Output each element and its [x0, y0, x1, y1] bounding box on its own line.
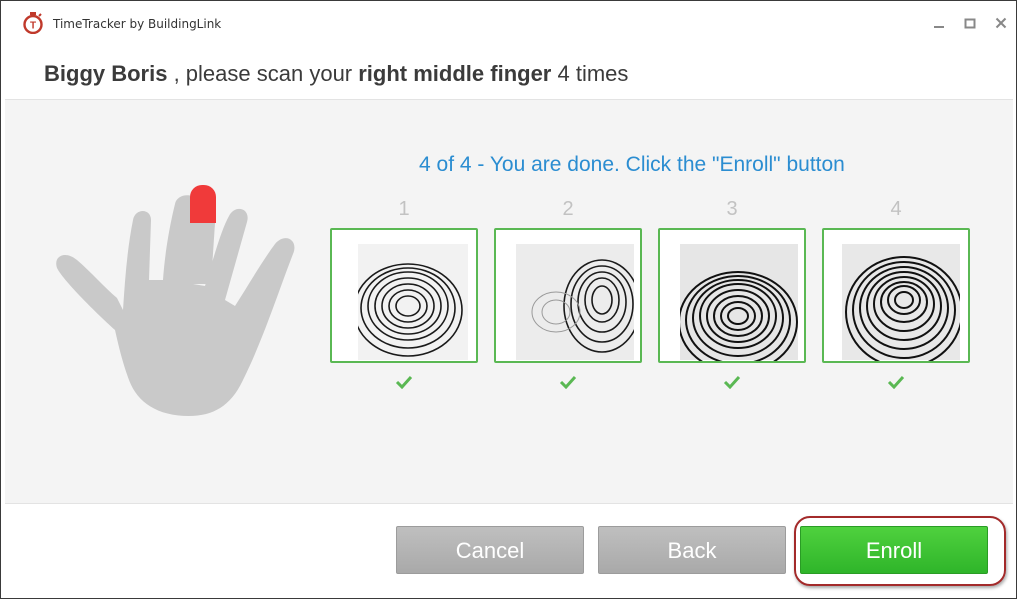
action-footer: Cancel Back Enroll [5, 503, 1013, 597]
checkmark-icon [723, 375, 741, 390]
enroll-button[interactable]: Enroll [800, 526, 988, 574]
fingerprint-scan-3 [658, 228, 806, 363]
fingerprint-icon [496, 230, 640, 361]
scan-number: 3 [726, 198, 738, 220]
fingerprint-icon [332, 230, 476, 361]
scan-accepted-check [657, 375, 807, 394]
window-title: TimeTracker by BuildingLink [53, 17, 222, 31]
scan-number: 4 [890, 198, 902, 220]
checkmark-icon [395, 375, 413, 390]
close-icon [995, 17, 1007, 29]
fingerprint-scan-2 [494, 228, 642, 363]
maximize-button[interactable] [955, 10, 985, 36]
back-button[interactable]: Back [598, 526, 786, 574]
minimize-button[interactable] [924, 10, 954, 36]
cancel-button[interactable]: Cancel [396, 526, 584, 574]
instruction-header: Biggy Boris , please scan your right mid… [5, 45, 1013, 100]
checkmark-icon [887, 375, 905, 390]
svg-text:T: T [30, 21, 36, 32]
status-message: 4 of 4 - You are done. Click the "Enroll… [419, 153, 845, 176]
fingerprint-icon [660, 230, 804, 361]
scan-accepted-check [821, 375, 971, 394]
stopwatch-logo-icon: T [23, 12, 43, 34]
app-window: T TimeTracker by BuildingLink Biggy Bori… [0, 0, 1017, 599]
scan-instruction: Biggy Boris , please scan your right mid… [44, 61, 628, 87]
title-bar: T TimeTracker by BuildingLink [5, 2, 1013, 45]
close-button[interactable] [986, 10, 1016, 36]
scan-number: 2 [562, 198, 574, 220]
maximize-icon [964, 18, 976, 29]
minimize-icon [934, 26, 944, 28]
scan-accepted-check [329, 375, 479, 394]
scan-accepted-check [493, 375, 643, 394]
scan-area: 4 of 4 - You are done. Click the "Enroll… [5, 100, 1013, 503]
scan-number: 1 [398, 198, 410, 220]
prompt-text: , please scan your [167, 61, 359, 86]
hand-diagram-icon [56, 185, 295, 416]
checkmark-icon [559, 375, 577, 390]
finger-name: right middle finger [358, 61, 552, 86]
prompt-count: 4 times [551, 61, 629, 86]
user-name: Biggy Boris [44, 61, 168, 86]
fingerprint-icon [824, 230, 968, 361]
fingerprint-scan-4 [822, 228, 970, 363]
fingerprint-scan-1 [330, 228, 478, 363]
